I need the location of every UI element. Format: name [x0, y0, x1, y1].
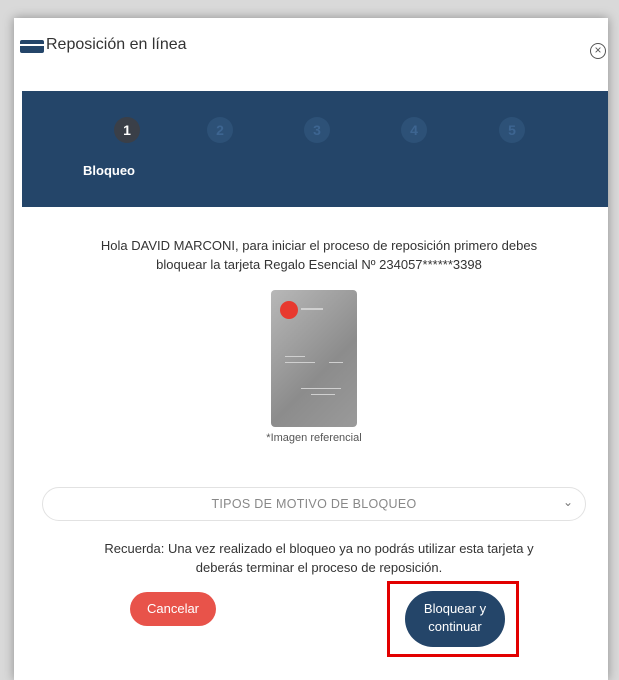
block-reason-select[interactable]: TIPOS DE MOTIVO DE BLOQUEO ⌄: [42, 487, 586, 521]
modal-header: Reposición en línea ×: [14, 18, 608, 64]
continue-label-line-2: continuar: [428, 619, 482, 634]
step-3: 3: [304, 117, 330, 143]
intro-line-2: bloquear la tarjeta Regalo Esencial Nº 2…: [156, 257, 482, 272]
modal-title: Reposición en línea: [46, 36, 187, 53]
reminder-text: Recuerda: Una vez realizado el bloqueo y…: [54, 539, 584, 577]
block-continue-button[interactable]: Bloquear y continuar: [405, 591, 505, 647]
step-2: 2: [207, 117, 233, 143]
card-brand-logo: [280, 301, 298, 319]
intro-text: Hola DAVID MARCONI, para iniciar el proc…: [54, 236, 584, 274]
step-1: 1: [114, 117, 140, 143]
progress-stepper: 1 2 3 4 5 Bloqueo: [22, 91, 608, 207]
reposition-modal: Reposición en línea × 1 2 3 4 5 Bloqueo …: [14, 18, 608, 680]
card-icon: [20, 40, 44, 53]
select-placeholder: TIPOS DE MOTIVO DE BLOQUEO: [211, 497, 417, 511]
close-icon[interactable]: ×: [590, 43, 606, 59]
reminder-line-2: deberás terminar el proceso de reposició…: [195, 560, 443, 575]
cancel-button[interactable]: Cancelar: [130, 592, 216, 626]
card-image: [271, 290, 357, 427]
reminder-line-1: Recuerda: Una vez realizado el bloqueo y…: [104, 541, 534, 556]
image-caption: *Imagen referencial: [266, 432, 362, 444]
active-step-label: Bloqueo: [83, 163, 135, 178]
intro-line-1: Hola DAVID MARCONI, para iniciar el proc…: [100, 238, 538, 253]
chevron-down-icon: ⌄: [562, 495, 573, 509]
step-4: 4: [401, 117, 427, 143]
continue-label-line-1: Bloquear y: [423, 601, 487, 616]
step-5: 5: [499, 117, 525, 143]
